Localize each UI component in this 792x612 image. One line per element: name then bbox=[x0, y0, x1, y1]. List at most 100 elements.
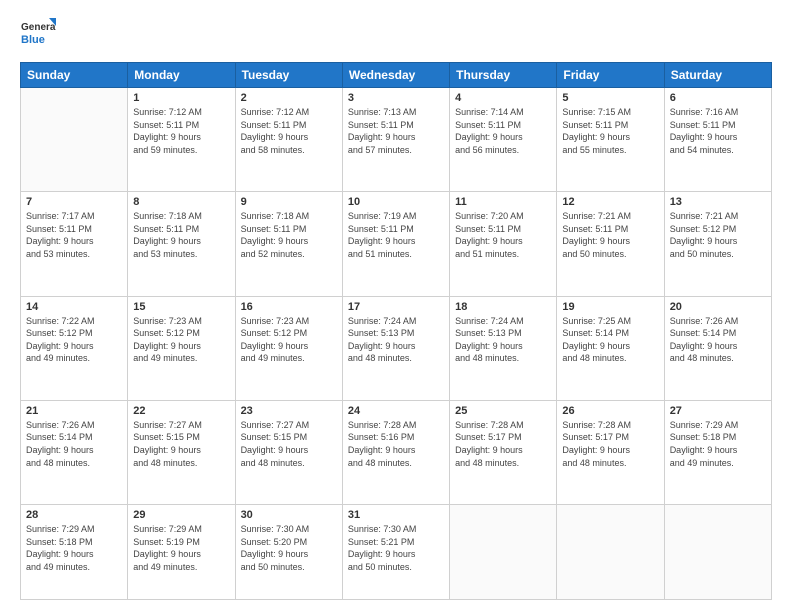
day-info: Sunrise: 7:23 AM Sunset: 5:12 PM Dayligh… bbox=[241, 315, 337, 365]
calendar-cell: 13 Sunrise: 7:21 AM Sunset: 5:12 PM Dayli… bbox=[664, 192, 771, 296]
calendar-cell: 28 Sunrise: 7:29 AM Sunset: 5:18 PM Dayli… bbox=[21, 505, 128, 600]
calendar-week-5: 28 Sunrise: 7:29 AM Sunset: 5:18 PM Dayli… bbox=[21, 505, 772, 600]
calendar-cell: 23 Sunrise: 7:27 AM Sunset: 5:15 PM Dayli… bbox=[235, 400, 342, 504]
day-info: Sunrise: 7:28 AM Sunset: 5:16 PM Dayligh… bbox=[348, 419, 444, 469]
calendar-cell: 11 Sunrise: 7:20 AM Sunset: 5:11 PM Dayli… bbox=[450, 192, 557, 296]
calendar-cell: 12Sunrise: 7:21 AM Sunset: 5:11 PM Dayli… bbox=[557, 192, 664, 296]
day-number: 10 bbox=[348, 196, 444, 208]
day-number: 11 bbox=[455, 196, 551, 208]
calendar-cell: 25Sunrise: 7:28 AM Sunset: 5:17 PM Dayli… bbox=[450, 400, 557, 504]
day-number: 5 bbox=[562, 92, 658, 104]
day-info: Sunrise: 7:23 AM Sunset: 5:12 PM Dayligh… bbox=[133, 315, 229, 365]
day-number: 8 bbox=[133, 196, 229, 208]
day-number: 12 bbox=[562, 196, 658, 208]
calendar-cell: 6Sunrise: 7:16 AM Sunset: 5:11 PM Daylig… bbox=[664, 88, 771, 192]
day-info: Sunrise: 7:16 AM Sunset: 5:11 PM Dayligh… bbox=[670, 106, 766, 156]
calendar-header-friday: Friday bbox=[557, 63, 664, 88]
day-number: 3 bbox=[348, 92, 444, 104]
calendar-header-thursday: Thursday bbox=[450, 63, 557, 88]
calendar-table: SundayMondayTuesdayWednesdayThursdayFrid… bbox=[20, 62, 772, 600]
day-info: Sunrise: 7:29 AM Sunset: 5:18 PM Dayligh… bbox=[670, 419, 766, 469]
day-number: 7 bbox=[26, 196, 122, 208]
calendar-cell: 7 Sunrise: 7:17 AM Sunset: 5:11 PM Daylig… bbox=[21, 192, 128, 296]
calendar-cell: 2Sunrise: 7:12 AM Sunset: 5:11 PM Daylig… bbox=[235, 88, 342, 192]
calendar-cell bbox=[21, 88, 128, 192]
day-number: 30 bbox=[241, 509, 337, 521]
calendar-cell: 26 Sunrise: 7:28 AM Sunset: 5:17 PM Dayli… bbox=[557, 400, 664, 504]
calendar-cell: 17Sunrise: 7:24 AM Sunset: 5:13 PM Dayli… bbox=[342, 296, 449, 400]
day-number: 23 bbox=[241, 405, 337, 417]
calendar-cell bbox=[450, 505, 557, 600]
calendar-cell: 20 Sunrise: 7:26 AM Sunset: 5:14 PM Dayli… bbox=[664, 296, 771, 400]
calendar-week-2: 7 Sunrise: 7:17 AM Sunset: 5:11 PM Daylig… bbox=[21, 192, 772, 296]
day-info: Sunrise: 7:30 AM Sunset: 5:21 PM Dayligh… bbox=[348, 523, 444, 573]
day-info: Sunrise: 7:19 AM Sunset: 5:11 PM Dayligh… bbox=[348, 210, 444, 260]
day-number: 9 bbox=[241, 196, 337, 208]
day-info: Sunrise: 7:29 AM Sunset: 5:18 PM Dayligh… bbox=[26, 523, 122, 573]
calendar-cell: 15Sunrise: 7:23 AM Sunset: 5:12 PM Dayli… bbox=[128, 296, 235, 400]
calendar-header-saturday: Saturday bbox=[664, 63, 771, 88]
day-info: Sunrise: 7:18 AM Sunset: 5:11 PM Dayligh… bbox=[133, 210, 229, 260]
day-number: 27 bbox=[670, 405, 766, 417]
calendar-cell: 27 Sunrise: 7:29 AM Sunset: 5:18 PM Dayli… bbox=[664, 400, 771, 504]
day-number: 22 bbox=[133, 405, 229, 417]
day-number: 26 bbox=[562, 405, 658, 417]
calendar-cell: 19 Sunrise: 7:25 AM Sunset: 5:14 PM Dayli… bbox=[557, 296, 664, 400]
day-number: 13 bbox=[670, 196, 766, 208]
day-info: Sunrise: 7:28 AM Sunset: 5:17 PM Dayligh… bbox=[562, 419, 658, 469]
day-number: 28 bbox=[26, 509, 122, 521]
calendar-week-3: 14Sunrise: 7:22 AM Sunset: 5:12 PM Dayli… bbox=[21, 296, 772, 400]
calendar-cell: 1 Sunrise: 7:12 AM Sunset: 5:11 PM Daylig… bbox=[128, 88, 235, 192]
day-number: 2 bbox=[241, 92, 337, 104]
day-number: 29 bbox=[133, 509, 229, 521]
day-number: 16 bbox=[241, 301, 337, 313]
calendar-cell: 24 Sunrise: 7:28 AM Sunset: 5:16 PM Dayli… bbox=[342, 400, 449, 504]
svg-text:General: General bbox=[21, 22, 56, 33]
calendar-cell bbox=[664, 505, 771, 600]
calendar-cell: 4Sunrise: 7:14 AM Sunset: 5:11 PM Daylig… bbox=[450, 88, 557, 192]
day-info: Sunrise: 7:22 AM Sunset: 5:12 PM Dayligh… bbox=[26, 315, 122, 365]
calendar-week-1: 1 Sunrise: 7:12 AM Sunset: 5:11 PM Daylig… bbox=[21, 88, 772, 192]
calendar-header-wednesday: Wednesday bbox=[342, 63, 449, 88]
calendar-header-monday: Monday bbox=[128, 63, 235, 88]
day-info: Sunrise: 7:26 AM Sunset: 5:14 PM Dayligh… bbox=[26, 419, 122, 469]
calendar-cell: 3 Sunrise: 7:13 AM Sunset: 5:11 PM Daylig… bbox=[342, 88, 449, 192]
day-number: 1 bbox=[133, 92, 229, 104]
calendar-cell: 5Sunrise: 7:15 AM Sunset: 5:11 PM Daylig… bbox=[557, 88, 664, 192]
calendar-cell: 30Sunrise: 7:30 AM Sunset: 5:20 PM Dayli… bbox=[235, 505, 342, 600]
day-info: Sunrise: 7:21 AM Sunset: 5:12 PM Dayligh… bbox=[670, 210, 766, 260]
page-header: General Blue bbox=[20, 16, 772, 52]
logo-icon: General Blue bbox=[20, 16, 56, 52]
day-info: Sunrise: 7:29 AM Sunset: 5:19 PM Dayligh… bbox=[133, 523, 229, 573]
calendar-header-tuesday: Tuesday bbox=[235, 63, 342, 88]
calendar-cell: 14Sunrise: 7:22 AM Sunset: 5:12 PM Dayli… bbox=[21, 296, 128, 400]
logo: General Blue bbox=[20, 16, 56, 52]
day-info: Sunrise: 7:17 AM Sunset: 5:11 PM Dayligh… bbox=[26, 210, 122, 260]
day-info: Sunrise: 7:24 AM Sunset: 5:13 PM Dayligh… bbox=[348, 315, 444, 365]
day-number: 18 bbox=[455, 301, 551, 313]
calendar-cell: 31 Sunrise: 7:30 AM Sunset: 5:21 PM Dayli… bbox=[342, 505, 449, 600]
day-info: Sunrise: 7:13 AM Sunset: 5:11 PM Dayligh… bbox=[348, 106, 444, 156]
calendar-cell: 16 Sunrise: 7:23 AM Sunset: 5:12 PM Dayli… bbox=[235, 296, 342, 400]
day-info: Sunrise: 7:25 AM Sunset: 5:14 PM Dayligh… bbox=[562, 315, 658, 365]
calendar-week-4: 21Sunrise: 7:26 AM Sunset: 5:14 PM Dayli… bbox=[21, 400, 772, 504]
calendar-cell: 9 Sunrise: 7:18 AM Sunset: 5:11 PM Daylig… bbox=[235, 192, 342, 296]
day-number: 20 bbox=[670, 301, 766, 313]
calendar-cell: 22Sunrise: 7:27 AM Sunset: 5:15 PM Dayli… bbox=[128, 400, 235, 504]
calendar-cell: 29 Sunrise: 7:29 AM Sunset: 5:19 PM Dayli… bbox=[128, 505, 235, 600]
day-info: Sunrise: 7:26 AM Sunset: 5:14 PM Dayligh… bbox=[670, 315, 766, 365]
page-container: General Blue SundayMondayTuesdayWednesda… bbox=[0, 0, 792, 612]
calendar-header-sunday: Sunday bbox=[21, 63, 128, 88]
day-info: Sunrise: 7:27 AM Sunset: 5:15 PM Dayligh… bbox=[241, 419, 337, 469]
day-number: 24 bbox=[348, 405, 444, 417]
day-info: Sunrise: 7:20 AM Sunset: 5:11 PM Dayligh… bbox=[455, 210, 551, 260]
calendar-cell: 18Sunrise: 7:24 AM Sunset: 5:13 PM Dayli… bbox=[450, 296, 557, 400]
day-info: Sunrise: 7:18 AM Sunset: 5:11 PM Dayligh… bbox=[241, 210, 337, 260]
day-number: 19 bbox=[562, 301, 658, 313]
day-number: 25 bbox=[455, 405, 551, 417]
day-number: 4 bbox=[455, 92, 551, 104]
svg-text:Blue: Blue bbox=[21, 34, 45, 46]
calendar-header-row: SundayMondayTuesdayWednesdayThursdayFrid… bbox=[21, 63, 772, 88]
day-number: 31 bbox=[348, 509, 444, 521]
day-info: Sunrise: 7:12 AM Sunset: 5:11 PM Dayligh… bbox=[133, 106, 229, 156]
